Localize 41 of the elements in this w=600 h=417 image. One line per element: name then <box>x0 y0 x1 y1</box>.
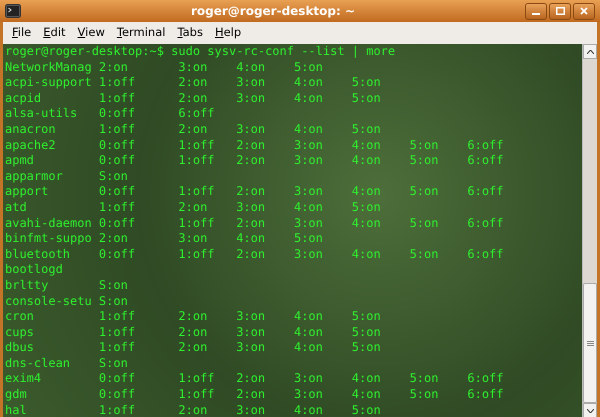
menu-item[interactable]: View <box>72 24 110 42</box>
terminal-line: apport 0:off 1:off 2:on 3:on 4:on 5:on 6:off <box>5 184 504 200</box>
terminal-line: apache2 0:off 1:off 2:on 3:on 4:on 5:on 6:off <box>5 138 504 154</box>
terminal-line: acpi-support 1:off 2:on 3:on 4:on 5:on <box>5 75 381 91</box>
terminal-line: cups 1:off 2:on 3:on 4:on 5:on <box>5 324 381 340</box>
terminal-line: hal 1:off 2:on 3:on 4:on 5:on <box>5 402 381 417</box>
terminal-line: anacron 1:off 2:on 3:on 4:on 5:on <box>5 122 381 138</box>
terminal-icon[interactable] <box>5 4 21 18</box>
terminal-line: brltty S:on <box>5 278 128 294</box>
terminal-line: console-setu S:on <box>5 294 128 310</box>
terminal-line: roger@roger-desktop:~$ sudo sysv-rc-conf --list | more <box>5 44 396 60</box>
terminal-line: gdm 0:off 1:off 2:on 3:on 4:on 5:on 6:off <box>5 387 504 403</box>
terminal-line: acpid 1:off 2:on 3:on 4:on 5:on <box>5 90 381 106</box>
maximize-icon <box>556 7 564 15</box>
minimize-button[interactable] <box>525 2 547 20</box>
menu-item[interactable]: Terminal <box>112 24 170 42</box>
close-button[interactable] <box>573 2 595 20</box>
terminal-line: bluetooth 0:off 1:off 2:on 3:on 4:on 5:on 6:off <box>5 246 504 262</box>
terminal-line: NetworkManag 2:on 3:on 4:on 5:on <box>5 60 323 76</box>
scroll-up-button[interactable] <box>583 44 597 59</box>
menu-item[interactable]: Help <box>210 24 246 42</box>
scrollbar-thumb[interactable] <box>583 283 597 404</box>
terminal-line: dns-clean S:on <box>5 356 128 372</box>
scroll-down-button[interactable] <box>583 403 597 417</box>
terminal-line: exim4 0:off 1:off 2:on 3:on 4:on 5:on 6:off <box>5 371 504 388</box>
maximize-button[interactable] <box>549 2 571 20</box>
terminal-line: dbus 1:off 2:on 3:on 4:on 5:on <box>5 340 381 356</box>
menu-item[interactable]: Edit <box>38 24 71 42</box>
terminal-line: avahi-daemon 0:off 1:off 2:on 3:on 4:on 5:on 6:off <box>5 216 504 232</box>
close-icon <box>580 7 588 15</box>
terminal-line: apparmor S:on <box>5 168 128 184</box>
terminal-line: cron 1:off 2:on 3:on 4:on 5:on <box>5 309 381 325</box>
terminal-line: atd 1:off 2:on 3:on 4:on 5:on <box>5 200 381 216</box>
menu-item[interactable]: Tabs <box>172 24 208 42</box>
menu-item[interactable]: File <box>7 24 36 42</box>
terminal-line: apmd 0:off 1:off 2:on 3:on 4:on 5:on 6:off <box>5 153 504 169</box>
grip-icon <box>586 340 594 346</box>
terminal-line: alsa-utils 0:off 6:off <box>5 106 215 122</box>
terminal-line: bootlogd <box>5 262 63 278</box>
terminal-line: binfmt-suppo 2:on 3:on 4:on 5:on <box>5 231 323 247</box>
window-title: roger@roger-desktop: ~ <box>190 3 356 20</box>
